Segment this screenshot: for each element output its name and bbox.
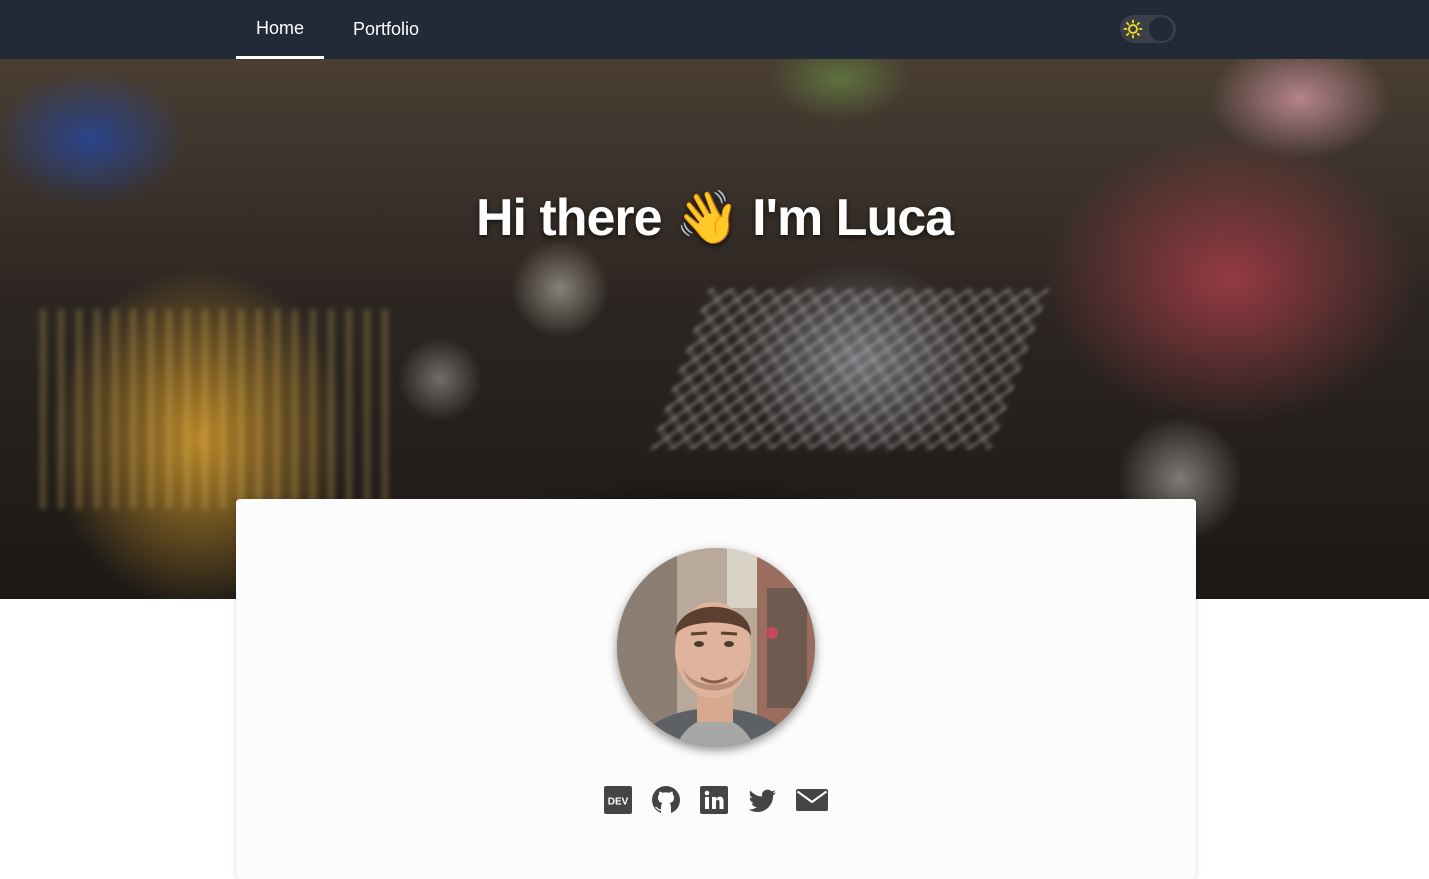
social-links: DEV: [236, 785, 1196, 815]
hero-title: Hi there 👋 I'm Luca: [475, 189, 954, 247]
sun-icon: [1123, 19, 1143, 39]
twitter-icon[interactable]: [747, 785, 777, 815]
profile-card: DEV: [236, 499, 1196, 879]
profile-photo: [617, 548, 815, 746]
github-icon[interactable]: [651, 785, 681, 815]
nav-item-portfolio[interactable]: Portfolio: [333, 0, 439, 59]
svg-text:DEV: DEV: [608, 797, 629, 808]
avatar: [617, 548, 815, 746]
hero-background-detail: [40, 309, 400, 509]
theme-toggle[interactable]: [1120, 15, 1176, 43]
email-icon[interactable]: [795, 785, 829, 815]
top-navbar: Home Portfolio: [0, 0, 1429, 59]
toggle-knob: [1149, 17, 1173, 41]
linkedin-icon[interactable]: [699, 785, 729, 815]
hero-background-detail: [650, 289, 1050, 449]
dev-icon[interactable]: DEV: [603, 785, 633, 815]
nav-links: Home Portfolio: [236, 0, 448, 59]
nav-item-home[interactable]: Home: [236, 0, 325, 59]
